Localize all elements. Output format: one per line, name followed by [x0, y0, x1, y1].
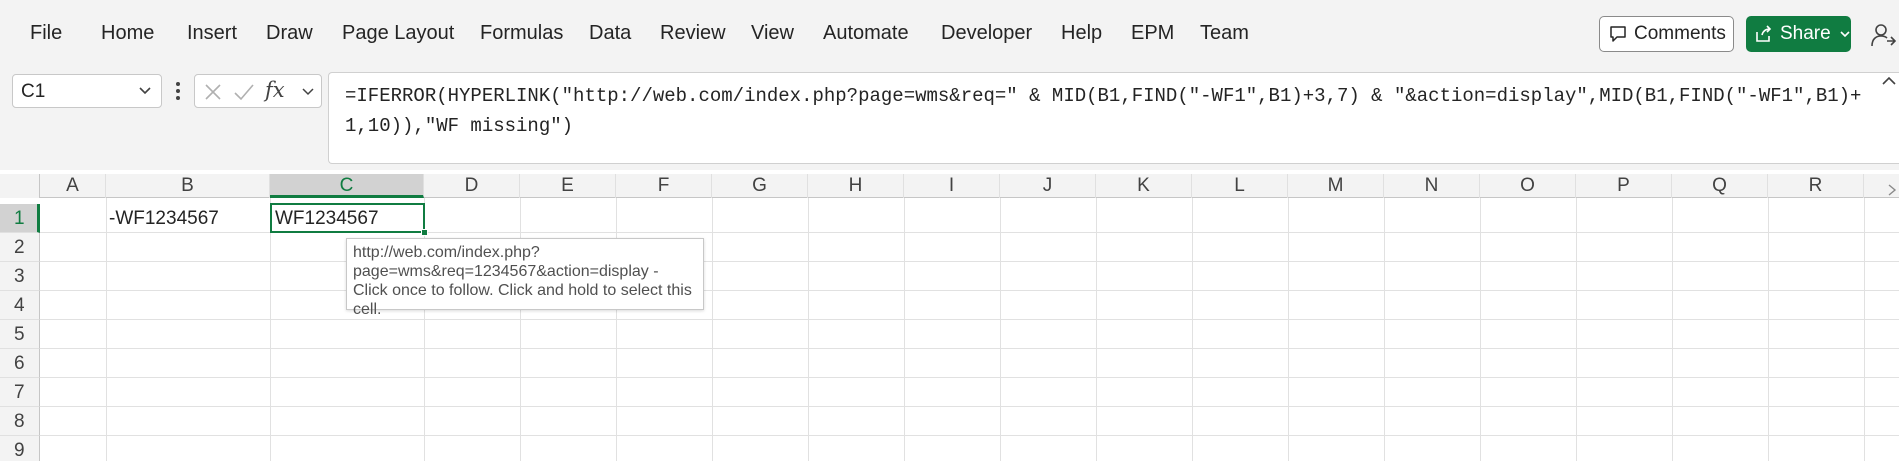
gridline [1480, 198, 1481, 461]
gridline [270, 198, 271, 461]
gridline [1384, 198, 1385, 461]
row-header-6[interactable]: 6 [0, 349, 40, 378]
menu-page-layout[interactable]: Page Layout [342, 22, 454, 45]
row-header-9[interactable]: 9 [0, 436, 40, 461]
row-header-8[interactable]: 8 [0, 407, 40, 436]
column-header-p[interactable]: P [1576, 174, 1672, 198]
gridline [40, 319, 1899, 320]
gridline [1576, 198, 1577, 461]
gridline [712, 198, 713, 461]
formula-bar-area: C1 fx =IFERROR(HYPERLINK("http://web.com… [0, 68, 1899, 170]
menu-view[interactable]: View [751, 22, 794, 45]
gridline [1192, 198, 1193, 461]
column-header-b[interactable]: B [106, 174, 270, 198]
menu-team[interactable]: Team [1200, 22, 1249, 45]
coauthor-presence-icon[interactable] [1870, 22, 1896, 48]
more-options-icon[interactable] [172, 78, 184, 104]
column-header-o[interactable]: O [1480, 174, 1576, 198]
menu-draw[interactable]: Draw [266, 22, 313, 45]
gridline [40, 377, 1899, 378]
menu-formulas[interactable]: Formulas [480, 22, 563, 45]
column-header-h[interactable]: H [808, 174, 904, 198]
chevron-down-icon[interactable] [301, 85, 315, 99]
gridline [40, 290, 1899, 291]
menu-home[interactable]: Home [101, 22, 154, 45]
gridline [1000, 198, 1001, 461]
hyperlink-tooltip: http://web.com/index.php?page=wms&req=12… [346, 238, 704, 318]
gridline [1864, 198, 1865, 461]
comment-icon [1610, 26, 1626, 42]
menu-data[interactable]: Data [589, 22, 631, 45]
chevron-down-icon [1840, 31, 1850, 38]
menu-epm[interactable]: EPM [1131, 22, 1174, 45]
chevron-up-icon[interactable] [1880, 74, 1898, 88]
gridline [40, 406, 1899, 407]
worksheet-grid[interactable]: A B C D E F G H I J K L M N O P Q R 1 2 … [0, 170, 1899, 461]
active-cell-border [270, 203, 425, 233]
column-header-a[interactable]: A [40, 174, 106, 198]
row-header-3[interactable]: 3 [0, 262, 40, 291]
column-header-r[interactable]: R [1768, 174, 1864, 198]
gridline [808, 198, 809, 461]
menu-file[interactable]: File [30, 22, 62, 45]
gridline [106, 198, 107, 461]
column-header-m[interactable]: M [1288, 174, 1384, 198]
gridline [40, 435, 1899, 436]
column-header-l[interactable]: L [1192, 174, 1288, 198]
ribbon-menu-bar: File Home Insert Draw Page Layout Formul… [0, 0, 1899, 68]
row-header-2[interactable]: 2 [0, 233, 40, 262]
row-header-4[interactable]: 4 [0, 291, 40, 320]
cell-b1[interactable]: -WF1234567 [106, 204, 219, 233]
column-header-j[interactable]: J [1000, 174, 1096, 198]
menu-help[interactable]: Help [1061, 22, 1102, 45]
column-header-e[interactable]: E [520, 174, 616, 198]
gridline [1288, 198, 1289, 461]
column-header-bar: A B C D E F G H I J K L M N O P Q R [0, 174, 1899, 198]
name-box-value: C1 [21, 81, 46, 102]
menu-developer[interactable]: Developer [941, 22, 1032, 45]
column-header-k[interactable]: K [1096, 174, 1192, 198]
column-header-d[interactable]: D [424, 174, 520, 198]
column-header-q[interactable]: Q [1672, 174, 1768, 198]
scroll-right-icon[interactable] [1886, 182, 1898, 198]
menu-review[interactable]: Review [660, 22, 726, 45]
name-box[interactable]: C1 [12, 74, 162, 108]
comments-button[interactable]: Comments [1599, 16, 1734, 52]
enter-check-icon[interactable] [233, 82, 255, 102]
formula-controls: fx [194, 74, 322, 108]
column-header-i[interactable]: I [904, 174, 1000, 198]
share-icon [1756, 25, 1772, 42]
chevron-down-icon[interactable] [137, 83, 153, 99]
column-header-f[interactable]: F [616, 174, 712, 198]
gridline [40, 261, 1899, 262]
cancel-icon[interactable] [203, 82, 223, 102]
select-all-corner[interactable] [0, 174, 40, 198]
gridline [1672, 198, 1673, 461]
gridline [1096, 198, 1097, 461]
menu-insert[interactable]: Insert [187, 22, 237, 45]
row-header-1[interactable]: 1 [0, 204, 40, 233]
share-label: Share [1780, 23, 1831, 44]
insert-function-button[interactable]: fx [265, 78, 285, 102]
share-button[interactable]: Share [1746, 16, 1851, 52]
fill-handle[interactable] [421, 229, 428, 236]
gridline [40, 348, 1899, 349]
row-header-7[interactable]: 7 [0, 378, 40, 407]
formula-input[interactable]: =IFERROR(HYPERLINK("http://web.com/index… [328, 72, 1899, 164]
column-header-c[interactable]: C [270, 174, 424, 198]
gridline [1768, 198, 1769, 461]
formula-text[interactable]: =IFERROR(HYPERLINK("http://web.com/index… [345, 81, 1875, 141]
menu-automate[interactable]: Automate [823, 22, 909, 45]
comments-label: Comments [1634, 23, 1726, 44]
column-header-n[interactable]: N [1384, 174, 1480, 198]
row-header-5[interactable]: 5 [0, 320, 40, 349]
column-header-g[interactable]: G [712, 174, 808, 198]
gridline [904, 198, 905, 461]
